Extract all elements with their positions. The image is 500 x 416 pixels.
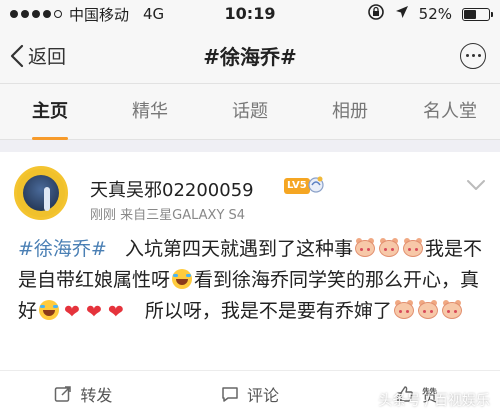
post-username[interactable]: 天真吴邪02200059 xyxy=(90,176,254,202)
shy-emoji-icon xyxy=(378,238,400,258)
grin-emoji-icon xyxy=(39,300,60,320)
tab-featured[interactable]: 精华 xyxy=(100,84,200,140)
topic-tabs: 主页 精华 话题 相册 名人堂 xyxy=(0,84,500,140)
shy-emoji-icon xyxy=(441,300,463,320)
back-label: 返回 xyxy=(28,46,67,68)
hashtag-link[interactable]: #徐海乔# xyxy=(18,238,107,260)
comment-icon xyxy=(222,386,238,402)
back-button[interactable]: 返回 xyxy=(10,42,66,69)
location-arrow-icon xyxy=(395,5,409,23)
navigation-bar: 返回 #徐海乔# xyxy=(0,28,500,84)
network-type: 4G xyxy=(143,5,165,23)
page-title: #徐海乔# xyxy=(203,45,297,69)
carrier-name: 中国移动 xyxy=(69,5,130,24)
tab-topics[interactable]: 话题 xyxy=(200,84,300,140)
tab-album[interactable]: 相册 xyxy=(300,84,400,140)
member-badge-icon xyxy=(306,174,326,198)
repost-icon xyxy=(55,385,72,402)
chevron-down-icon[interactable] xyxy=(466,176,486,195)
battery-icon xyxy=(462,7,493,21)
heart-icon: ❤ xyxy=(107,301,124,323)
section-divider xyxy=(0,140,500,152)
comment-button[interactable]: 评论 xyxy=(167,382,334,406)
rotation-lock-icon xyxy=(367,3,385,25)
shy-emoji-icon xyxy=(417,300,439,320)
watermark: 头条号 / 百视娱乐 xyxy=(378,393,490,409)
signal-strength-icon xyxy=(10,10,62,18)
post-content: #徐海乔# 入坑第四天就遇到了这种事 我是不是自带红娘属性呀 看到徐海乔同学笑的那么… xyxy=(18,234,488,328)
shy-emoji-icon xyxy=(402,238,424,258)
status-bar: 中国移动 4G 10:19 52% xyxy=(0,0,500,28)
shy-emoji-icon xyxy=(393,300,415,320)
post-meta: 刚刚 来自三星GALAXY S4 xyxy=(90,208,246,223)
comment-label: 评论 xyxy=(247,385,280,405)
weibo-post: 天真吴邪02200059 LV5 刚刚 来自三星GALAXY S4 #徐海乔# … xyxy=(0,152,500,416)
post-text-1: 入坑第四天就遇到了这种事 xyxy=(124,238,353,260)
more-options-button[interactable] xyxy=(460,42,486,69)
battery-percent: 52% xyxy=(418,5,452,23)
tears-of-joy-emoji-icon xyxy=(172,269,193,289)
repost-label: 转发 xyxy=(80,385,113,405)
chevron-left-icon xyxy=(10,44,24,67)
tab-home[interactable]: 主页 xyxy=(0,84,100,140)
post-text-4: 所以呀，我是不是要有乔婶了 xyxy=(144,300,392,322)
shy-emoji-icon xyxy=(354,238,376,258)
avatar[interactable] xyxy=(14,166,68,220)
heart-icon: ❤ xyxy=(64,301,80,323)
heart-icon: ❤ xyxy=(85,301,102,323)
tab-celebrities[interactable]: 名人堂 xyxy=(400,84,500,140)
repost-button[interactable]: 转发 xyxy=(0,382,167,406)
